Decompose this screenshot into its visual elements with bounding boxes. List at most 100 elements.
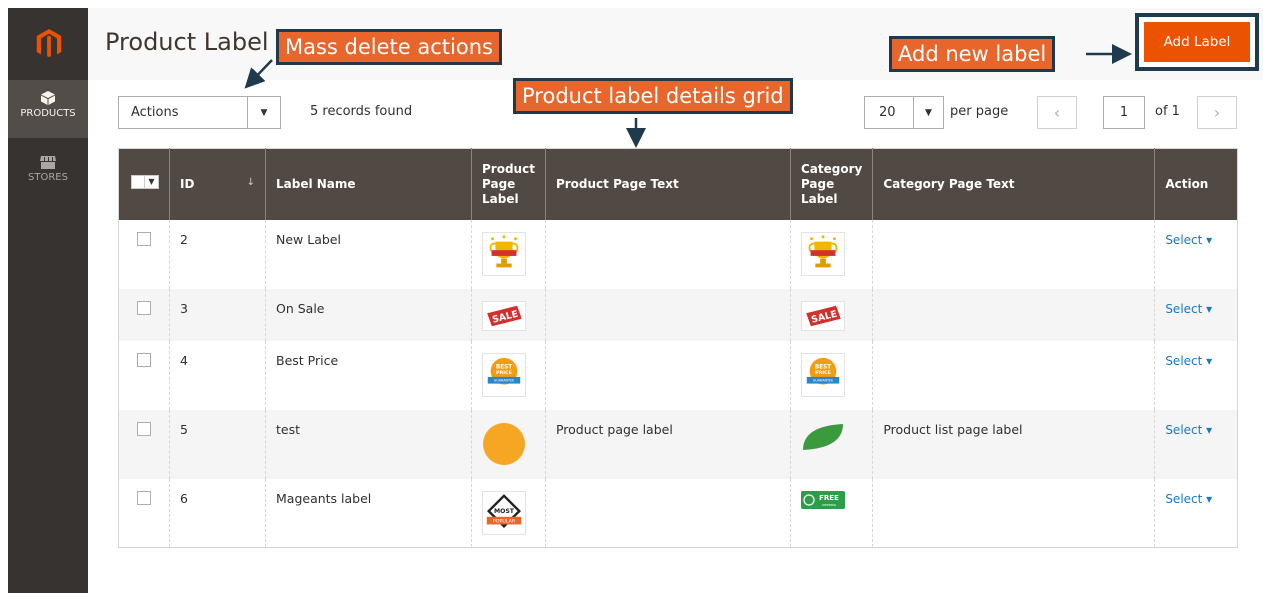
callout-grid: Product label details grid	[513, 78, 793, 114]
id-cell: 5	[169, 409, 266, 479]
product-text-cell	[544, 340, 791, 410]
product-label-cell: MOST POPULAR	[471, 478, 546, 548]
row-checkbox-cell	[119, 479, 170, 548]
row-checkbox-cell	[119, 341, 170, 410]
row-action-select[interactable]: Select ▾	[1165, 354, 1212, 368]
magento-logo-icon[interactable]	[34, 28, 64, 60]
next-page-button[interactable]: ›	[1197, 96, 1237, 129]
category-label-cell	[789, 409, 873, 479]
badge-text-best: BEST	[815, 364, 831, 370]
store-icon	[40, 156, 56, 169]
badge-text-best: BEST	[496, 364, 512, 370]
row-checkbox[interactable]	[137, 231, 151, 246]
sidebar-item-products[interactable]: PRODUCTS	[8, 80, 88, 138]
column-header-action[interactable]: Action	[1154, 148, 1238, 220]
mass-actions-label: Actions	[131, 105, 179, 120]
sale-tag-icon: SALE	[482, 300, 526, 331]
trophy-icon	[800, 231, 845, 276]
column-header-category-page-text[interactable]: Category Page Text	[872, 148, 1155, 220]
product-text-cell	[544, 478, 791, 548]
category-label-cell: SALE	[789, 288, 873, 341]
row-action-select[interactable]: Select ▾	[1165, 492, 1212, 506]
add-label-button[interactable]: Add Label	[1144, 22, 1250, 62]
row-action-select[interactable]: Select ▾	[1165, 423, 1212, 437]
callout-mass-delete: Mass delete actions	[276, 29, 502, 65]
per-page-select[interactable]: 20 ▼	[864, 96, 944, 129]
page-title: Product Label	[105, 28, 269, 56]
sidebar-item-label: PRODUCTS	[20, 108, 76, 119]
mass-actions-select[interactable]: Actions ▼	[118, 96, 281, 129]
chevron-down-icon[interactable]: ▼	[145, 175, 159, 190]
sidebar-item-label: STORES	[28, 172, 68, 183]
category-text-cell	[872, 478, 1155, 548]
checkbox[interactable]	[131, 175, 145, 190]
row-checkbox[interactable]	[137, 490, 151, 505]
mass-select-checkbox[interactable]: ▼	[131, 175, 159, 190]
row-action-select[interactable]: Select ▾	[1165, 233, 1212, 247]
column-header-label-name[interactable]: Label Name	[265, 148, 472, 220]
badge-text-price: PRICE	[496, 370, 512, 376]
add-label-highlight: Add Label	[1135, 13, 1259, 71]
category-label-cell	[789, 219, 873, 289]
column-header-product-page-label[interactable]: Product Page Label	[471, 148, 546, 220]
badge-text-popular: POPULAR	[493, 518, 516, 524]
id-cell: 2	[169, 219, 266, 289]
page-number-input[interactable]: 1	[1103, 96, 1145, 129]
row-checkbox[interactable]	[137, 352, 151, 367]
action-cell: Select ▾	[1154, 288, 1238, 341]
category-label-cell: FREE SHIPPING	[789, 478, 873, 548]
row-action-select[interactable]: Select ▾	[1165, 302, 1212, 316]
table-row: 6 Mageants label MOST POPULAR FREE SHIPP…	[119, 478, 1238, 548]
id-cell: 4	[169, 340, 266, 410]
records-count: 5 records found	[310, 104, 413, 119]
column-header-product-page-text[interactable]: Product Page Text	[544, 148, 791, 220]
product-text-cell	[544, 288, 791, 341]
row-checkbox-cell	[119, 220, 170, 289]
orange-circle-icon	[483, 422, 525, 465]
row-checkbox-cell	[118, 288, 170, 341]
product-label-grid: ▼ ID ↓ Label Name Product Page Label Pro…	[118, 148, 1238, 548]
action-cell: Select ▾	[1154, 219, 1238, 289]
prev-page-button[interactable]: ‹	[1037, 96, 1077, 129]
action-cell: Select ▾	[1154, 478, 1238, 548]
badge-text-most: MOST	[494, 508, 515, 515]
action-cell: Select ▾	[1154, 340, 1238, 410]
label-name-cell: Best Price	[265, 340, 472, 410]
badge-text-price: PRICE	[815, 370, 831, 376]
table-row: 4 Best Price BEST PRICE GUARANTEE BEST P…	[119, 340, 1238, 410]
row-checkbox[interactable]	[137, 300, 151, 315]
badge-text-shipping: SHIPPING	[822, 503, 837, 507]
table-row: 3 On Sale SALE SALE Select ▾	[118, 288, 1238, 341]
table-row: 5 test Product page label Product list p…	[118, 409, 1238, 479]
table-row: 2 New Label Select ▾	[119, 219, 1238, 289]
column-header-id[interactable]: ID ↓	[169, 148, 266, 220]
sidebar-item-stores[interactable]: STORES	[8, 146, 88, 196]
per-page-label: per page	[950, 104, 1009, 119]
grid-header-row: ▼ ID ↓ Label Name Product Page Label Pro…	[118, 148, 1238, 220]
box-icon	[41, 91, 55, 105]
admin-sidebar: PRODUCTS STORES	[8, 8, 88, 593]
page-total: of 1	[1155, 104, 1180, 119]
row-checkbox-cell	[118, 409, 170, 479]
chevron-down-icon: ▼	[913, 97, 943, 128]
category-text-cell	[872, 219, 1155, 289]
label-name-cell: test	[265, 409, 472, 479]
product-text-cell	[544, 219, 791, 289]
category-text-cell	[872, 340, 1155, 410]
label-name-cell: Mageants label	[265, 478, 472, 548]
badge-text-guarantee: GUARANTEE	[813, 378, 833, 382]
best-price-badge-icon: BEST PRICE GUARANTEE	[482, 352, 526, 397]
most-popular-badge-icon: MOST POPULAR	[482, 490, 526, 535]
badge-text-guarantee: GUARANTEE	[494, 378, 514, 382]
per-page-value: 20	[879, 105, 896, 120]
category-label-cell: BEST PRICE GUARANTEE	[789, 340, 873, 410]
product-text-cell: Product page label	[544, 409, 791, 479]
category-text-cell: Product list page label	[872, 409, 1155, 479]
mass-select-header[interactable]: ▼	[118, 148, 170, 220]
column-header-label: ID	[180, 176, 195, 191]
chevron-down-icon: ▼	[247, 97, 280, 128]
free-shipping-icon: FREE SHIPPING	[800, 490, 845, 509]
row-checkbox[interactable]	[137, 421, 151, 436]
product-label-cell: BEST PRICE GUARANTEE	[471, 340, 546, 410]
column-header-category-page-label[interactable]: Category Page Label	[789, 148, 873, 220]
